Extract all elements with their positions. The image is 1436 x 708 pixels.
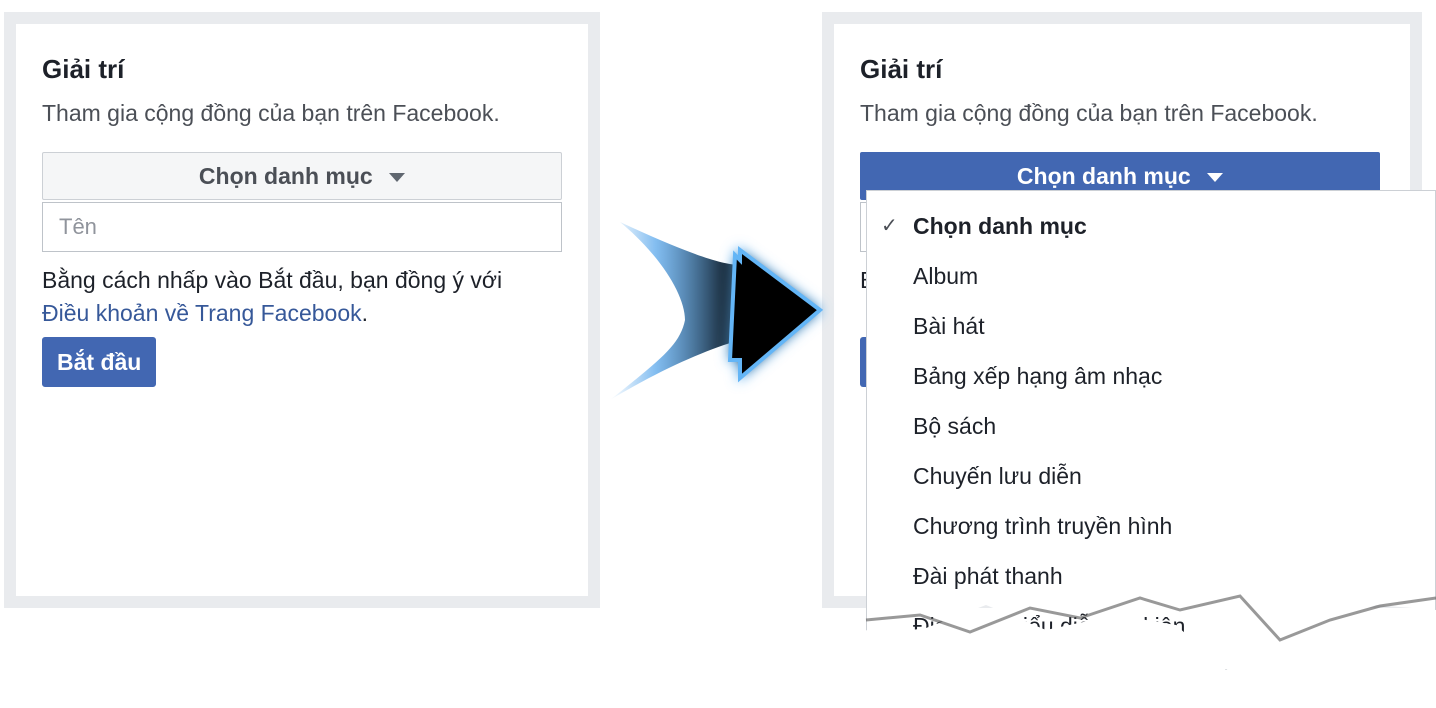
page-name-input[interactable] bbox=[42, 202, 562, 252]
caret-down-icon bbox=[1207, 173, 1224, 183]
terms-suffix: . bbox=[361, 300, 369, 326]
caret-down-icon bbox=[389, 173, 406, 183]
dropdown-option-label: Chuyến lưu diễn bbox=[913, 463, 1082, 489]
dropdown-option-label: Chọn danh mục bbox=[913, 213, 1087, 239]
torn-edge-decoration bbox=[865, 594, 1436, 642]
check-icon: ✓ bbox=[881, 215, 898, 237]
dropdown-option[interactable]: Chương trình truyền hình bbox=[867, 501, 1435, 551]
dropdown-option[interactable]: Chuyến lưu diễn bbox=[867, 451, 1435, 501]
dropdown-option-label: Chương trình truyền hình bbox=[913, 513, 1173, 539]
section-subtitle: Tham gia cộng đồng của bạn trên Facebook… bbox=[860, 100, 1318, 126]
terms-text: Bằng cách nhấp vào Bắt đầu, bạn đồng ý v… bbox=[42, 264, 542, 330]
dropdown-option[interactable]: Bài hát bbox=[867, 301, 1435, 351]
right-arrow-icon bbox=[610, 222, 824, 400]
terms-link[interactable]: Điều khoản về Trang Facebook bbox=[42, 300, 362, 326]
dropdown-option-label: Album bbox=[913, 263, 979, 289]
dropdown-option[interactable]: Bảng xếp hạng âm nhạc bbox=[867, 351, 1435, 401]
section-subtitle: Tham gia cộng đồng của bạn trên Facebook… bbox=[42, 100, 500, 126]
dropdown-option[interactable]: ✓ Chọn danh mục bbox=[867, 201, 1435, 251]
torn-edge-line bbox=[865, 594, 1436, 642]
dropdown-option[interactable]: Bộ sách bbox=[867, 401, 1435, 451]
dropdown-option-label: Bảng xếp hạng âm nhạc bbox=[913, 363, 1163, 389]
category-dropdown-button[interactable]: Chọn danh mục bbox=[42, 152, 562, 200]
start-button[interactable]: Bắt đầu bbox=[42, 337, 157, 387]
category-button-label: Chọn danh mục bbox=[1016, 163, 1191, 189]
dropdown-option-label: Bộ sách bbox=[913, 413, 997, 439]
dropdown-option[interactable]: Album bbox=[867, 251, 1435, 301]
left-page-card: Giải trí Tham gia cộng đồng của bạn trên… bbox=[4, 12, 600, 608]
arrow-head bbox=[727, 246, 824, 383]
section-title: Giải trí bbox=[42, 54, 125, 84]
section-title: Giải trí bbox=[860, 54, 943, 84]
dropdown-option-label: Bài hát bbox=[913, 313, 985, 339]
category-button-label: Chọn danh mục bbox=[198, 163, 373, 189]
terms-prefix: Bằng cách nhấp vào Bắt đầu, bạn đồng ý v… bbox=[42, 267, 503, 293]
arrow-tail bbox=[610, 222, 740, 400]
